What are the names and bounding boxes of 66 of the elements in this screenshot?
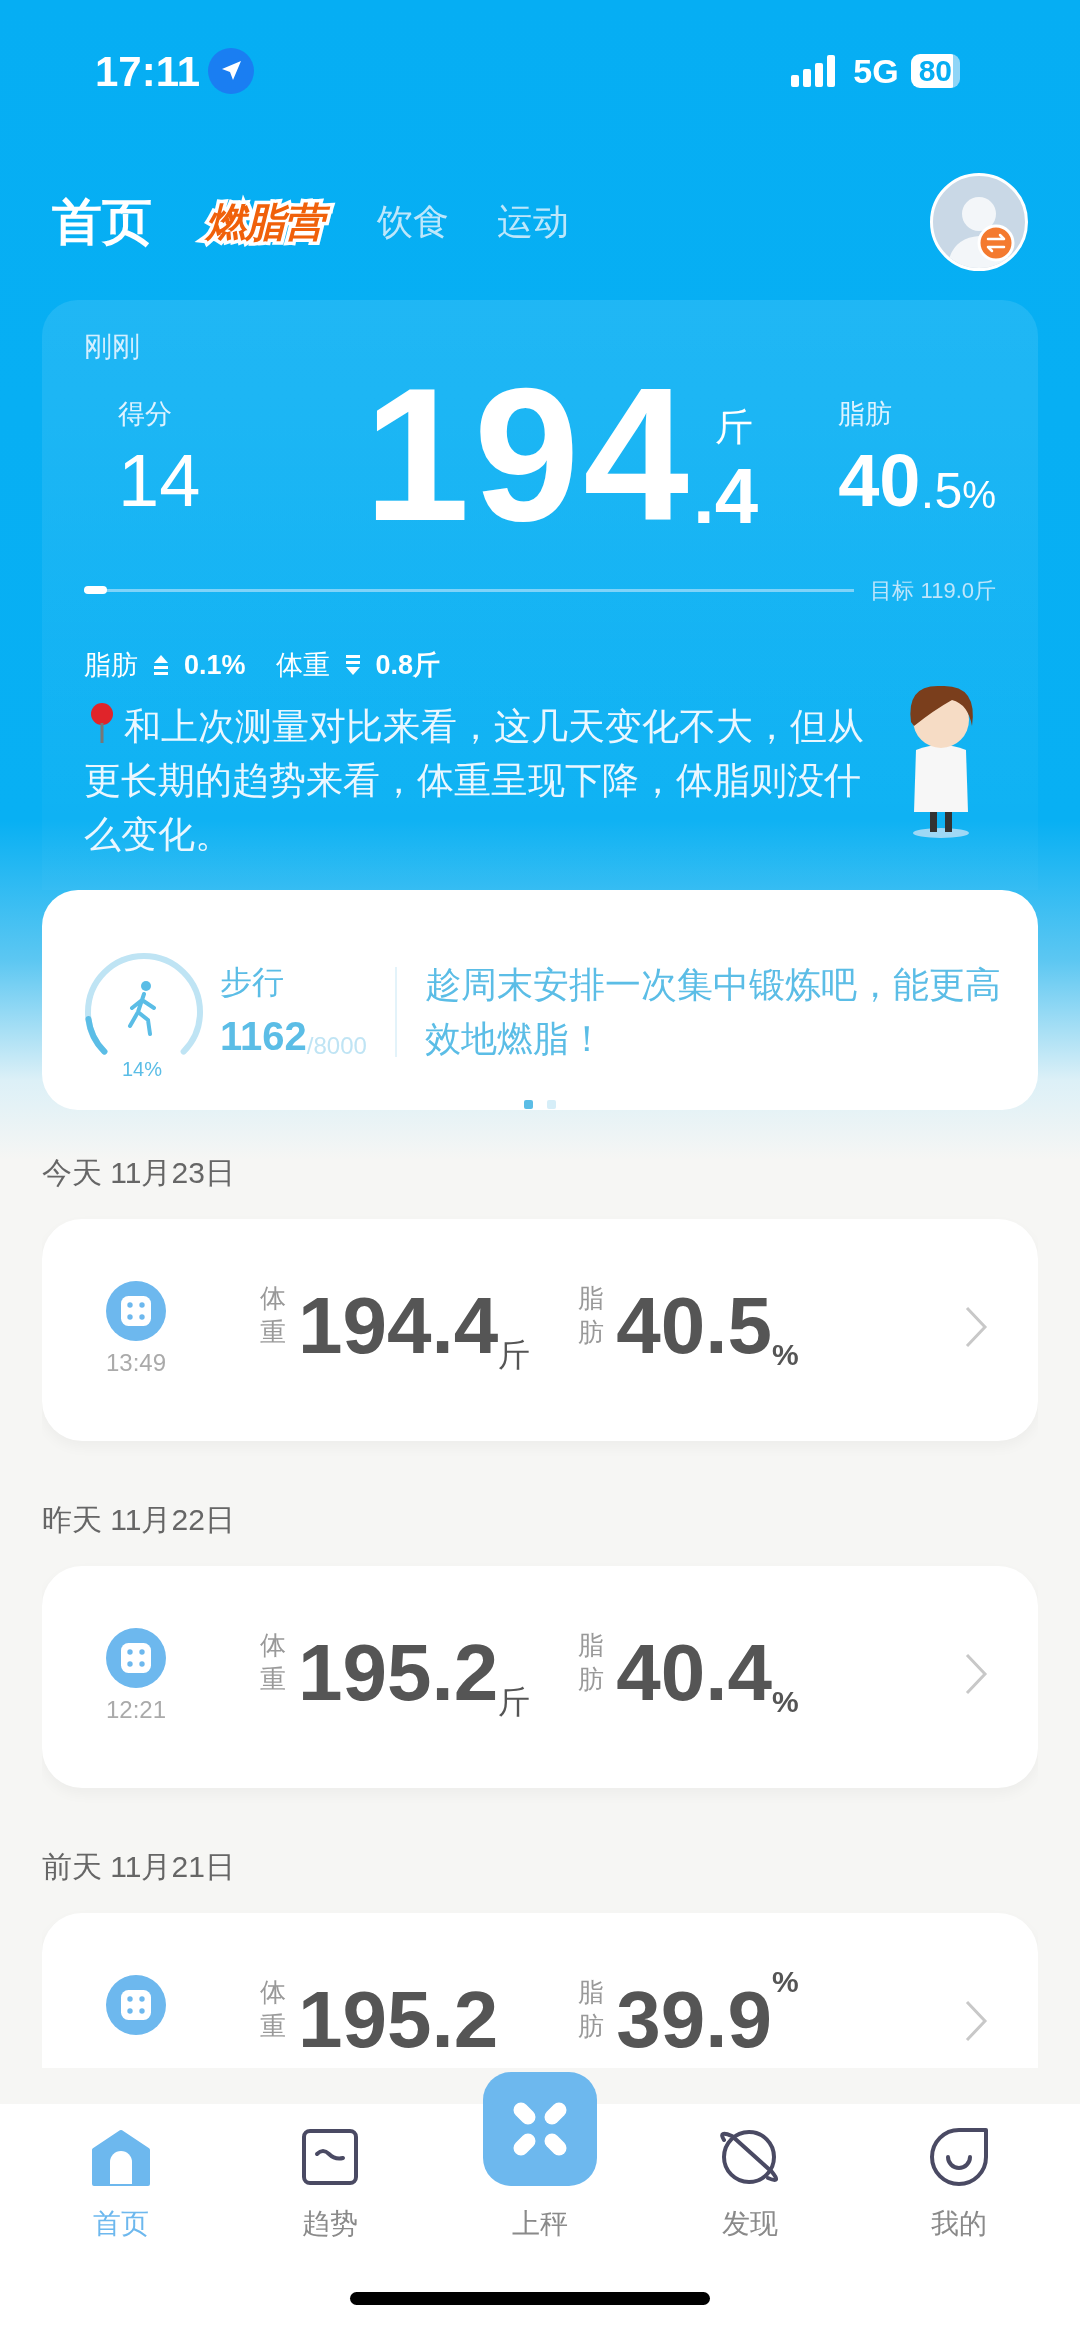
fat-label: 脂肪 xyxy=(578,1282,606,1349)
change-value: 0.8斤 xyxy=(375,649,441,682)
fat-value: 40 xyxy=(838,440,921,521)
steps-count: 1162 xyxy=(220,1013,307,1060)
weight-value: 194 xyxy=(364,354,693,554)
fat-unit: % xyxy=(771,1685,799,1720)
chevron-right-icon xyxy=(964,1999,988,2043)
measure-time: 刚刚 xyxy=(84,330,140,364)
weight-unit: 斤 xyxy=(498,1683,531,1722)
fat-label: 脂肪 xyxy=(578,1976,606,2043)
scale-icon xyxy=(106,1628,166,1688)
weight-label: 体重 xyxy=(260,1282,287,1349)
fat-label: 脂肪 xyxy=(838,398,893,431)
change-label: 体重 xyxy=(275,649,330,682)
record-fat: 40.4 xyxy=(616,1628,772,1718)
scale-icon xyxy=(483,2072,597,2186)
network-label: 5G xyxy=(853,50,899,92)
location-icon xyxy=(208,48,255,94)
up-arrow-icon xyxy=(152,654,170,677)
nav-tab[interactable]: 趋势 xyxy=(301,2122,360,2242)
weigh-in-button[interactable]: 上秤 xyxy=(483,2072,597,2242)
nav-tab[interactable]: 发现 xyxy=(717,2122,782,2242)
record-time: 13:49 xyxy=(105,1348,167,1378)
steps-percent: 14% xyxy=(122,1057,163,1082)
down-arrow-icon xyxy=(343,654,362,677)
record-date: 今天 11月23日 xyxy=(42,1155,235,1191)
scale-icon xyxy=(106,1975,166,2035)
fat-unit: % xyxy=(771,1964,799,2000)
record-time: 12:21 xyxy=(105,1695,167,1725)
weight-decimal: .4 xyxy=(693,456,759,536)
record-weight: 195.2 xyxy=(298,1628,499,1718)
smile-icon xyxy=(929,2127,990,2187)
record-fat: 39.9 xyxy=(616,1975,772,2065)
fat-decimal: .5 xyxy=(920,461,963,521)
record-weight: 195.2 xyxy=(298,1975,499,2065)
exercise-tip: 趁周末安排一次集中锻炼吧，能更高效地燃脂！ xyxy=(424,963,1002,1061)
change-value: 0.1% xyxy=(184,649,246,682)
score-value: 14 xyxy=(118,440,201,521)
fat-unit: % xyxy=(771,1338,799,1373)
weight-label: 体重 xyxy=(260,1629,287,1696)
steps-goal: /8000 xyxy=(306,1032,367,1061)
weight-unit: 斤 xyxy=(715,405,753,450)
score-label: 得分 xyxy=(118,398,172,431)
status-time: 17:11 xyxy=(95,46,201,97)
chevron-right-icon xyxy=(964,1305,988,1349)
steps-label: 步行 xyxy=(220,963,284,1002)
nav-tab[interactable]: 首页 xyxy=(89,2122,152,2242)
change-label: 脂肪 xyxy=(84,649,138,682)
nav-tab[interactable]: 我的 xyxy=(929,2122,990,2242)
header-tab[interactable]: 首页 xyxy=(52,184,152,260)
goal-target: 目标 119.0斤 xyxy=(870,577,996,605)
scale-icon xyxy=(106,1281,166,1341)
chevron-right-icon xyxy=(964,1652,988,1696)
weight-label: 体重 xyxy=(260,1976,287,2043)
record-date: 前天 11月21日 xyxy=(42,1849,235,1885)
fat-label: 脂肪 xyxy=(578,1629,606,1696)
header-tab[interactable]: 运动 xyxy=(497,195,569,249)
trend-icon xyxy=(301,2128,360,2186)
advice-text: 和上次测量对比来看，这几天变化不大，但从更长期的趋势来看，体重呈现下降，体脂则没什么变化。 xyxy=(84,699,884,862)
header-tab[interactable]: 饮食 xyxy=(377,195,449,249)
weight-unit: 斤 xyxy=(498,1336,531,1375)
record-date: 昨天 11月22日 xyxy=(42,1502,235,1538)
fat-unit: % xyxy=(962,472,996,518)
battery-indicator: 80 xyxy=(910,54,960,88)
record-fat: 40.5 xyxy=(616,1281,772,1371)
record-weight: 194.4 xyxy=(298,1281,499,1371)
